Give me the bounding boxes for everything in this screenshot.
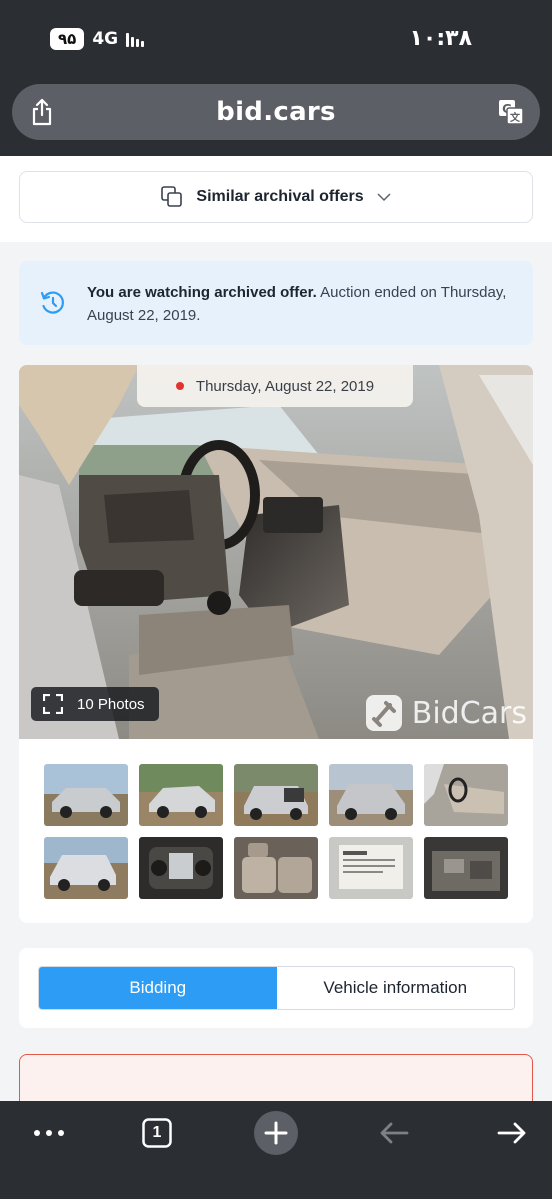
detail-tabs: Bidding Vehicle information	[38, 966, 515, 1010]
thumbnail-4[interactable]	[329, 764, 413, 826]
tabs-card: Bidding Vehicle information	[19, 948, 533, 1028]
plus-icon	[264, 1121, 288, 1145]
svg-text:文: 文	[510, 111, 521, 124]
tab-bidding[interactable]: Bidding	[39, 967, 277, 1009]
thumbnail-7[interactable]	[139, 837, 223, 899]
more-dots-icon	[34, 1130, 64, 1136]
url-text: bid.cars	[216, 97, 336, 127]
network-type: 4G	[92, 29, 119, 49]
page-content: Similar archival offers You are watching…	[0, 156, 552, 1101]
tab-vehicle-information[interactable]: Vehicle information	[276, 967, 514, 1009]
browser-top-bar: ۹۵ 4G ۱۰:۳۸ bid.cars G 文	[0, 0, 552, 156]
alert-card	[19, 1054, 533, 1101]
status-bar-left: ۹۵ 4G	[50, 28, 145, 50]
address-bar[interactable]: bid.cars G 文	[12, 84, 540, 140]
forward-button[interactable]	[490, 1111, 534, 1155]
thumbnail-8[interactable]	[234, 837, 318, 899]
arrow-left-icon	[380, 1122, 409, 1144]
photo-date-badge: Thursday, August 22, 2019	[137, 365, 413, 407]
thumbnail-3[interactable]	[234, 764, 318, 826]
thumbnail-5[interactable]	[424, 764, 508, 826]
share-icon[interactable]	[30, 98, 54, 126]
live-dot-icon	[175, 382, 184, 390]
bidcars-logo-icon	[365, 695, 402, 731]
archived-notice-text: You are watching archived offer. Auction…	[87, 281, 517, 327]
more-menu-button[interactable]	[27, 1111, 71, 1155]
translate-icon[interactable]: G 文	[498, 99, 524, 125]
similar-offers-label: Similar archival offers	[196, 188, 364, 205]
new-tab-button[interactable]	[254, 1111, 298, 1155]
main-photo[interactable]: Thursday, August 22, 2019 10 Photos BidC…	[19, 365, 533, 739]
tab-count: 1	[152, 1124, 162, 1141]
watermark-text: BidCars	[411, 695, 527, 731]
thumbnail-9[interactable]	[329, 837, 413, 899]
arrow-right-icon	[497, 1122, 526, 1144]
battery-indicator: ۹۵	[50, 28, 85, 50]
archived-notice: You are watching archived offer. Auction…	[19, 261, 533, 345]
history-icon	[40, 291, 64, 314]
browser-bottom-toolbar: 1	[0, 1101, 552, 1199]
signal-icon	[126, 31, 145, 47]
thumbnail-2[interactable]	[139, 764, 223, 826]
similar-offers-button[interactable]: Similar archival offers	[19, 171, 533, 223]
status-time: ۱۰:۳۸	[409, 26, 472, 51]
car-interior-image	[19, 365, 533, 739]
photo-date: Thursday, August 22, 2019	[195, 377, 375, 395]
thumbnail-gallery	[19, 739, 533, 923]
copy-icon	[161, 186, 183, 207]
thumbnail-6[interactable]	[44, 837, 128, 899]
photos-count-button[interactable]: 10 Photos	[31, 687, 159, 721]
thumbnail-10[interactable]	[424, 837, 508, 899]
archived-notice-bold: You are watching archived offer.	[87, 284, 317, 301]
chevron-down-icon	[377, 193, 391, 202]
fullscreen-icon	[43, 694, 63, 714]
photos-count-label: 10 Photos	[77, 695, 145, 713]
thumbnail-1[interactable]	[44, 764, 128, 826]
back-button[interactable]	[372, 1111, 416, 1155]
bidcars-watermark: BidCars	[364, 693, 527, 733]
tabs-button[interactable]: 1	[135, 1111, 179, 1155]
